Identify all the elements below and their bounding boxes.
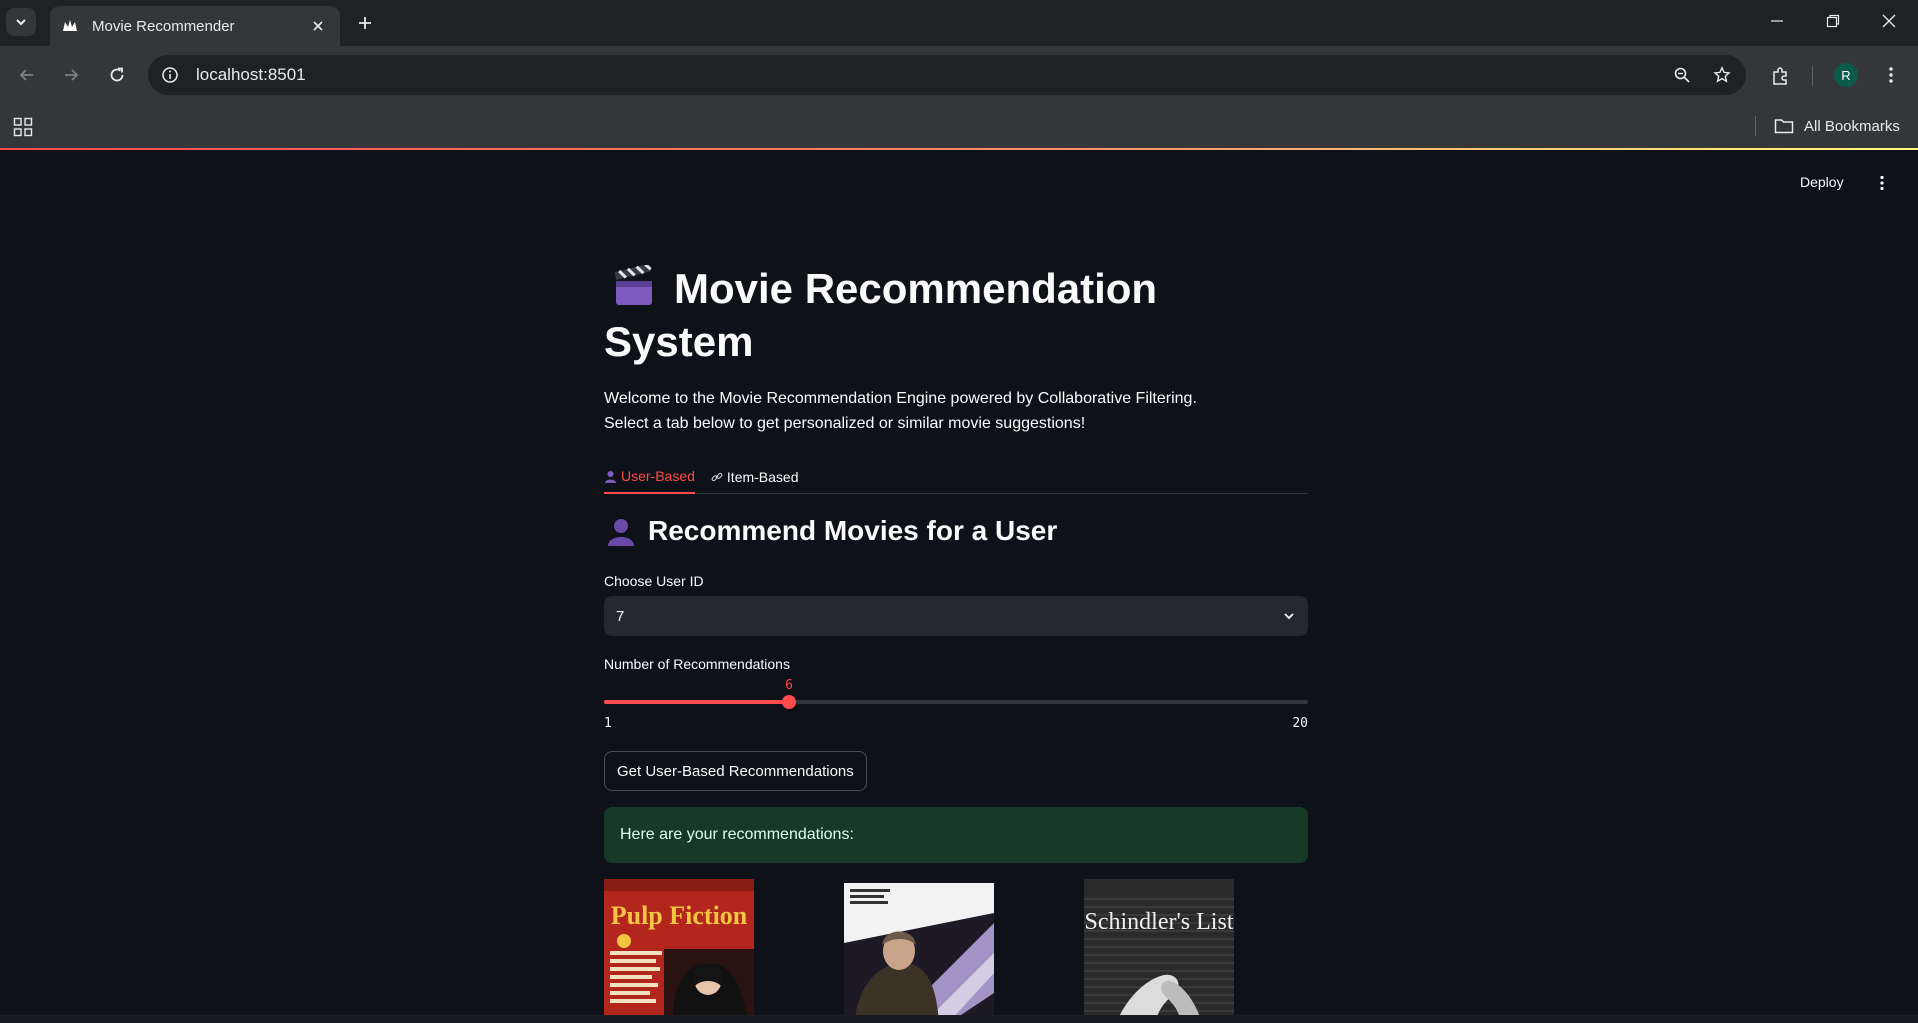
bookmarks-divider	[1755, 116, 1756, 136]
the-fugitive-poster-image	[844, 883, 994, 1023]
toolbar-divider	[1812, 66, 1813, 86]
more-vertical-icon	[1880, 175, 1884, 191]
minimize-icon	[1771, 20, 1783, 22]
site-info-icon[interactable]	[154, 59, 186, 91]
slider-max-label: 20	[1292, 716, 1308, 731]
user-silhouette-icon	[604, 514, 638, 548]
section-heading: Recommend Movies for a User	[604, 514, 1057, 548]
page-title-text: Movie Recommendation System	[604, 265, 1158, 365]
slider-current-value: 6	[785, 678, 793, 693]
new-tab-button[interactable]	[352, 10, 378, 36]
chevron-down-icon	[16, 19, 26, 26]
profile-avatar[interactable]: R	[1834, 63, 1858, 87]
tab-item-based[interactable]: Item-Based	[711, 460, 799, 494]
more-vertical-icon	[1889, 67, 1893, 83]
arrow-right-icon	[65, 69, 79, 81]
tab-title: Movie Recommender	[92, 17, 235, 35]
close-tab-icon[interactable]	[308, 16, 328, 36]
deploy-button[interactable]: Deploy	[1800, 174, 1844, 190]
chevron-down-icon	[1284, 613, 1294, 620]
user-id-value: 7	[616, 607, 625, 625]
slider-thumb[interactable]	[782, 695, 796, 709]
plus-icon	[359, 17, 371, 29]
section-heading-text: Recommend Movies for a User	[648, 515, 1058, 546]
browser-tab-active[interactable]: Movie Recommender	[50, 6, 340, 46]
restore-button[interactable]	[1810, 6, 1856, 36]
all-bookmarks-label: All Bookmarks	[1804, 117, 1900, 135]
get-recommendations-button[interactable]: Get User-Based Recommendations	[604, 751, 867, 791]
close-window-button[interactable]	[1866, 6, 1912, 36]
reload-button[interactable]	[102, 60, 132, 90]
intro-text: Welcome to the Movie Recommendation Engi…	[604, 386, 1308, 436]
intro-line-1: Welcome to the Movie Recommendation Engi…	[604, 390, 1197, 407]
bookmark-star-icon[interactable]	[1706, 59, 1738, 91]
apps-grid-icon	[13, 117, 33, 137]
browser-tabbar: Movie Recommender	[0, 0, 1918, 46]
all-bookmarks-button[interactable]: All Bookmarks	[1774, 112, 1900, 140]
reload-icon	[110, 67, 124, 82]
extensions-button[interactable]	[1764, 60, 1796, 92]
app-container: Deploy Movie Recommendation System Welco…	[0, 150, 1918, 1023]
minimize-button[interactable]	[1754, 6, 1800, 36]
browser-toolbar: localhost:8501 R	[0, 46, 1918, 104]
success-alert: Here are your recommendations:	[604, 807, 1308, 863]
schindlers-list-poster-image: Schindler's List	[1084, 879, 1234, 1023]
tab-user-based-label: User-Based	[621, 468, 695, 484]
folder-icon	[1774, 119, 1794, 134]
back-button[interactable]	[12, 60, 42, 90]
restore-icon	[1826, 14, 1840, 28]
zoom-icon[interactable]	[1666, 59, 1698, 91]
success-message: Here are your recommendations:	[620, 826, 854, 843]
page-title: Movie Recommendation System	[604, 262, 1308, 368]
url-text[interactable]: localhost:8501	[196, 65, 1666, 85]
movie-poster-1[interactable]: Pulp Fiction	[604, 879, 754, 1023]
pulp-fiction-poster-image: Pulp Fiction	[604, 879, 754, 1023]
streamlit-favicon-icon	[62, 18, 78, 34]
forward-button[interactable]	[56, 60, 86, 90]
user-icon	[604, 470, 617, 483]
user-id-select[interactable]: 7	[604, 596, 1308, 636]
bookmarks-bar: All Bookmarks	[0, 104, 1918, 148]
user-id-label: Choose User ID	[604, 573, 704, 589]
movie-poster-3[interactable]: Schindler's List	[1084, 879, 1234, 1023]
puzzle-icon	[1773, 67, 1787, 85]
tab-search-button[interactable]	[6, 8, 36, 36]
apps-button[interactable]	[10, 114, 36, 140]
browser-menu-button[interactable]	[1876, 60, 1906, 90]
slider-fill	[604, 700, 789, 704]
tab-list: User-Based Item-Based	[604, 460, 1308, 494]
pulp-fiction-poster-text: Pulp Fiction	[611, 901, 748, 930]
num-recommendations-slider[interactable]	[604, 695, 1308, 709]
tab-item-based-label: Item-Based	[726, 469, 799, 485]
arrow-left-icon	[19, 69, 33, 81]
slider-min-label: 1	[604, 716, 612, 731]
tab-user-based[interactable]: User-Based	[604, 460, 695, 494]
address-bar[interactable]: localhost:8501	[148, 55, 1746, 95]
schindlers-list-poster-text: Schindler's List	[1085, 909, 1234, 935]
app-menu-button[interactable]	[1872, 172, 1892, 194]
movie-poster-2[interactable]	[844, 883, 994, 1023]
clapperboard-icon	[614, 265, 652, 305]
page-bottom-edge	[0, 1015, 1918, 1023]
link-icon	[711, 471, 723, 483]
close-icon	[1882, 14, 1896, 28]
intro-line-2: Select a tab below to get personalized o…	[604, 415, 1086, 432]
num-recommendations-label: Number of Recommendations	[604, 656, 790, 672]
